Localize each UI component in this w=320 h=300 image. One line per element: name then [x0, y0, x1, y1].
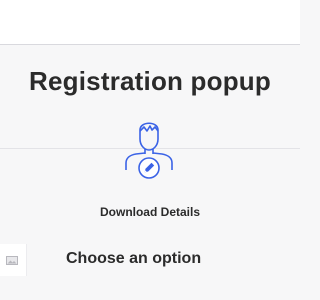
- choose-option-heading: Choose an option: [66, 250, 202, 267]
- top-bar: [0, 0, 300, 45]
- image-thumbnail[interactable]: [0, 244, 27, 276]
- image-placeholder-icon: [6, 256, 18, 265]
- page-title: Registration popup: [29, 66, 271, 96]
- download-details-label[interactable]: Download Details: [0, 205, 300, 219]
- user-edit-icon[interactable]: [120, 113, 178, 181]
